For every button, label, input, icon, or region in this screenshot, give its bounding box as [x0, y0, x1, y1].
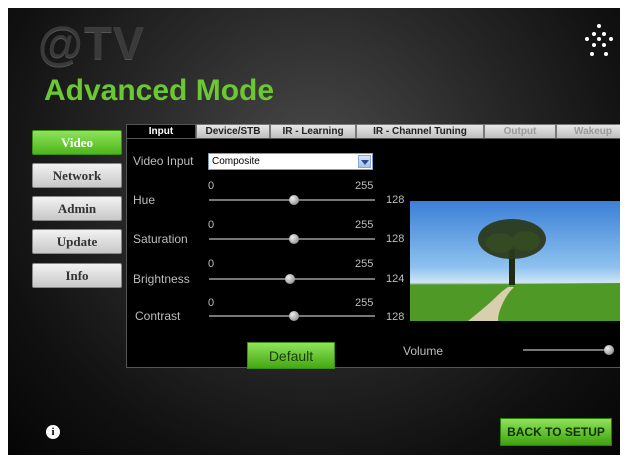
saturation-value: 128	[386, 233, 405, 245]
sidebar-item-admin[interactable]: Admin	[32, 196, 122, 221]
tree-landscape-image	[410, 219, 620, 321]
volume-slider-thumb[interactable]	[603, 345, 614, 355]
saturation-min: 0	[208, 219, 215, 231]
saturation-label: Saturation	[133, 232, 188, 246]
video-input-select[interactable]: Composite	[208, 153, 373, 170]
tab-ir-learning[interactable]: IR - Learning	[270, 124, 356, 138]
chevron-down-icon[interactable]	[358, 155, 371, 168]
video-preview-image	[410, 201, 620, 321]
sidebar-item-network[interactable]: Network	[32, 163, 122, 188]
contrast-max: 255	[355, 297, 374, 309]
info-icon[interactable]: i	[46, 425, 60, 439]
hue-min: 0	[208, 180, 215, 192]
contrast-value: 128	[386, 311, 405, 323]
contrast-slider-thumb[interactable]	[288, 311, 299, 321]
back-to-setup-button[interactable]: BACK TO SETUP	[500, 418, 612, 446]
page-title: Advanced Mode	[44, 74, 275, 107]
hue-label: Hue	[133, 193, 156, 207]
tab-input[interactable]: Input	[126, 124, 196, 138]
tab-output[interactable]: Output	[484, 124, 556, 138]
app-frame: @TV Advanced Mode Video Network Admin Up…	[8, 8, 620, 455]
brightness-min: 0	[208, 258, 215, 270]
dots-logo-icon	[585, 24, 613, 58]
default-button[interactable]: Default	[247, 342, 335, 369]
input-settings-panel: Video Input Composite 0 255 Hue 128 0 25…	[126, 138, 620, 369]
hue-slider-thumb[interactable]	[288, 195, 299, 205]
volume-label: Volume	[403, 344, 444, 358]
hue-slider[interactable]	[209, 195, 375, 205]
video-input-label: Video Input	[133, 154, 194, 168]
brand-logo-text: @TV	[38, 17, 145, 69]
brightness-slider-thumb[interactable]	[285, 274, 296, 284]
hue-value: 128	[386, 194, 405, 206]
saturation-slider[interactable]	[209, 234, 375, 244]
brightness-value: 124	[386, 273, 405, 285]
volume-slider[interactable]	[523, 345, 614, 355]
brightness-slider[interactable]	[209, 274, 375, 284]
sidebar-item-info[interactable]: Info	[32, 263, 122, 288]
brightness-label: Brightness	[133, 272, 190, 286]
saturation-slider-thumb[interactable]	[288, 234, 299, 244]
tab-ir-channel-tuning[interactable]: IR - Channel Tuning	[356, 124, 484, 138]
contrast-slider[interactable]	[209, 311, 375, 321]
video-input-value: Composite	[212, 156, 260, 167]
hue-max: 255	[355, 180, 374, 192]
tab-wakeup[interactable]: Wakeup	[556, 124, 620, 138]
brightness-max: 255	[355, 258, 374, 270]
sidebar-item-video[interactable]: Video	[32, 130, 122, 155]
tab-device-stb[interactable]: Device/STB	[196, 124, 270, 138]
saturation-max: 255	[355, 219, 374, 231]
contrast-min: 0	[208, 297, 215, 309]
sidebar-item-update[interactable]: Update	[32, 229, 122, 254]
contrast-label: Contrast	[135, 309, 181, 323]
